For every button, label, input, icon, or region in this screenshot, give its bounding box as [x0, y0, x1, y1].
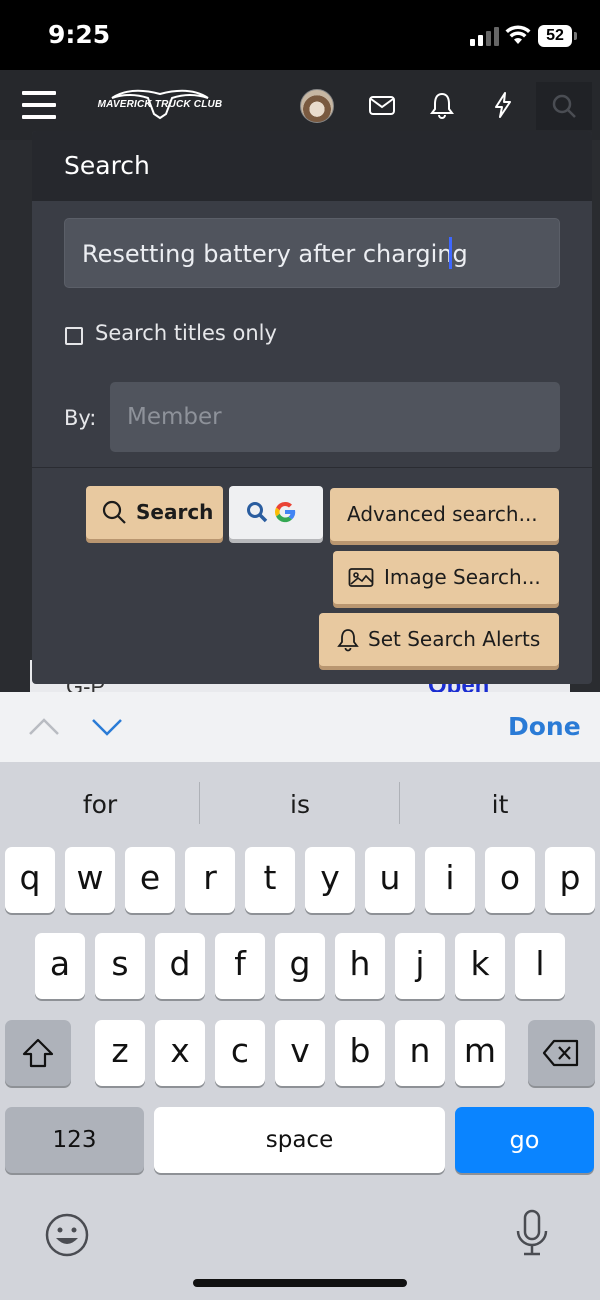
text-caret	[449, 237, 452, 269]
bell-icon	[337, 629, 359, 652]
key-v[interactable]: v	[275, 1020, 325, 1086]
numbers-key[interactable]: 123	[5, 1107, 144, 1173]
header-search-button[interactable]	[536, 82, 592, 130]
search-popup: Search Resetting battery after charging …	[32, 131, 592, 684]
search-input-value: Resetting battery after charging	[82, 240, 468, 268]
key-p[interactable]: p	[545, 847, 595, 913]
key-y[interactable]: y	[305, 847, 355, 913]
suggestion-separator	[399, 782, 400, 824]
by-label: By:	[64, 406, 97, 430]
menu-icon[interactable]	[22, 91, 58, 119]
key-a[interactable]: a	[35, 933, 85, 999]
mail-icon[interactable]	[367, 90, 397, 120]
search-icon	[247, 502, 268, 523]
member-input[interactable]: Member	[110, 382, 560, 452]
advanced-search-label: Advanced search...	[347, 502, 538, 526]
key-r[interactable]: r	[185, 847, 235, 913]
member-placeholder: Member	[127, 404, 222, 430]
key-w[interactable]: w	[65, 847, 115, 913]
shift-key[interactable]	[5, 1020, 71, 1086]
key-f[interactable]: f	[215, 933, 265, 999]
delete-key[interactable]	[528, 1020, 595, 1086]
bolt-icon[interactable]	[488, 90, 518, 120]
popup-header: Search	[32, 131, 592, 201]
set-search-alerts-button[interactable]: Set Search Alerts	[319, 613, 559, 666]
key-s[interactable]: s	[95, 933, 145, 999]
key-i[interactable]: i	[425, 847, 475, 913]
bell-icon[interactable]	[427, 90, 457, 120]
key-z[interactable]: z	[95, 1020, 145, 1086]
key-u[interactable]: u	[365, 847, 415, 913]
key-g[interactable]: g	[275, 933, 325, 999]
search-button-label: Search	[136, 500, 214, 524]
google-icon	[275, 501, 296, 523]
logo-text: MAVERICK TRUCK CLUB	[97, 99, 223, 110]
shift-icon	[22, 1038, 54, 1068]
search-input[interactable]: Resetting battery after charging	[64, 218, 560, 288]
popup-title: Search	[64, 151, 150, 180]
key-d[interactable]: d	[155, 933, 205, 999]
space-key[interactable]: space	[154, 1107, 445, 1173]
suggestion-separator	[199, 782, 200, 824]
titles-only-checkbox[interactable]	[65, 327, 83, 345]
on-screen-keyboard: for is it q w e r t y u i o p a s d f g …	[0, 762, 600, 1300]
emoji-icon[interactable]	[44, 1212, 90, 1258]
key-j[interactable]: j	[395, 933, 445, 999]
key-t[interactable]: t	[245, 847, 295, 913]
key-m[interactable]: m	[455, 1020, 505, 1086]
chevron-down-icon[interactable]	[91, 717, 123, 737]
key-q[interactable]: q	[5, 847, 55, 913]
suggestion-3[interactable]: it	[405, 790, 595, 819]
key-e[interactable]: e	[125, 847, 175, 913]
image-icon	[348, 568, 374, 587]
battery-tip	[574, 32, 577, 40]
key-b[interactable]: b	[335, 1020, 385, 1086]
search-icon	[552, 94, 576, 118]
done-button[interactable]: Done	[508, 712, 581, 741]
cellular-signal-icon	[470, 26, 500, 46]
divider	[32, 467, 592, 468]
key-n[interactable]: n	[395, 1020, 445, 1086]
home-indicator	[193, 1279, 407, 1287]
chevron-up-icon[interactable]	[28, 717, 60, 737]
microphone-icon[interactable]	[514, 1209, 550, 1259]
search-icon	[102, 500, 126, 524]
user-avatar[interactable]	[300, 89, 334, 123]
key-c[interactable]: c	[215, 1020, 265, 1086]
advanced-search-button[interactable]: Advanced search...	[330, 488, 559, 541]
set-search-alerts-label: Set Search Alerts	[368, 627, 541, 651]
key-l[interactable]: l	[515, 933, 565, 999]
key-o[interactable]: o	[485, 847, 535, 913]
status-time: 9:25	[48, 20, 111, 49]
titles-only-label[interactable]: Search titles only	[95, 321, 277, 345]
image-search-label: Image Search...	[384, 565, 541, 589]
search-button[interactable]: Search	[86, 486, 223, 539]
key-k[interactable]: k	[455, 933, 505, 999]
image-search-button[interactable]: Image Search...	[333, 551, 559, 604]
key-h[interactable]: h	[335, 933, 385, 999]
go-key[interactable]: go	[455, 1107, 594, 1173]
battery-indicator: 52	[538, 25, 572, 47]
status-bar: 9:25 52	[0, 0, 600, 70]
keyboard-accessory-bar: Done	[0, 692, 600, 762]
suggestion-1[interactable]: for	[5, 790, 195, 819]
site-logo[interactable]: MAVERICK TRUCK CLUB	[90, 84, 230, 124]
google-search-button[interactable]	[229, 486, 323, 539]
wifi-icon	[505, 25, 531, 44]
suggestion-2[interactable]: is	[205, 790, 395, 819]
delete-icon	[542, 1039, 579, 1067]
key-x[interactable]: x	[155, 1020, 205, 1086]
